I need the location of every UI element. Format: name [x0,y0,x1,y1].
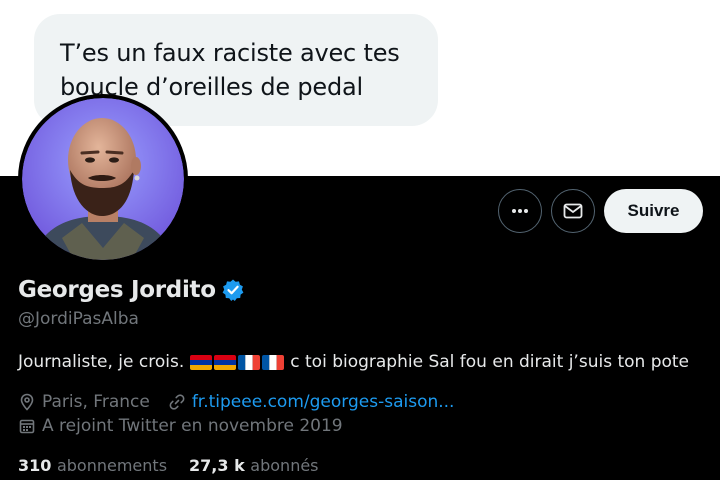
link-icon [169,394,185,410]
location-text: Paris, France [42,392,150,412]
website-link[interactable]: fr.tipeee.com/georges-saison... [192,392,455,412]
joined-row: A rejoint Twitter en novembre 2019 [18,416,361,436]
location-pin-icon [20,393,34,411]
follow-button[interactable]: Suivre [604,189,703,233]
avatar[interactable] [18,94,188,264]
handle: @JordiPasAlba [18,309,139,329]
armenia-flag-icon [190,354,213,370]
follow-stats: 310 abonnements 27,3 k abonnés [18,456,341,475]
joined-text: A rejoint Twitter en novembre 2019 [42,416,343,436]
bio: Journaliste, je crois. c toi biographie … [18,352,689,372]
display-name: Georges Jordito [18,277,216,303]
envelope-icon [563,203,583,219]
france-flag-icon [262,354,285,370]
france-flag-icon [238,354,261,370]
avatar-image [22,98,184,260]
bio-text-start: Journaliste, je crois. [18,352,185,372]
bio-text-end: c toi biographie Sal fou en dirait j’sui… [290,352,690,372]
message-button[interactable] [551,189,595,233]
more-dots-icon [512,209,528,213]
followers-stat[interactable]: 27,3 k abonnés [189,456,318,475]
bio-flags [190,354,285,370]
joined-date: A rejoint Twitter en novembre 2019 [18,416,343,436]
followers-count: 27,3 k [189,456,251,475]
website[interactable]: fr.tipeee.com/georges-saison... [168,392,455,412]
verified-badge-icon[interactable] [221,278,245,302]
armenia-flag-icon [214,354,237,370]
location: Paris, France [18,392,150,412]
name-row: Georges Jordito [18,277,245,303]
following-stat[interactable]: 310 abonnements [18,456,167,475]
following-count: 310 [18,456,57,475]
following-label: abonnements [56,456,168,475]
calendar-icon [19,419,35,434]
followers-label: abonnés [250,456,319,475]
profile-meta: Paris, France fr.tipeee.com/georges-sais… [18,392,472,412]
more-options-button[interactable] [498,189,542,233]
